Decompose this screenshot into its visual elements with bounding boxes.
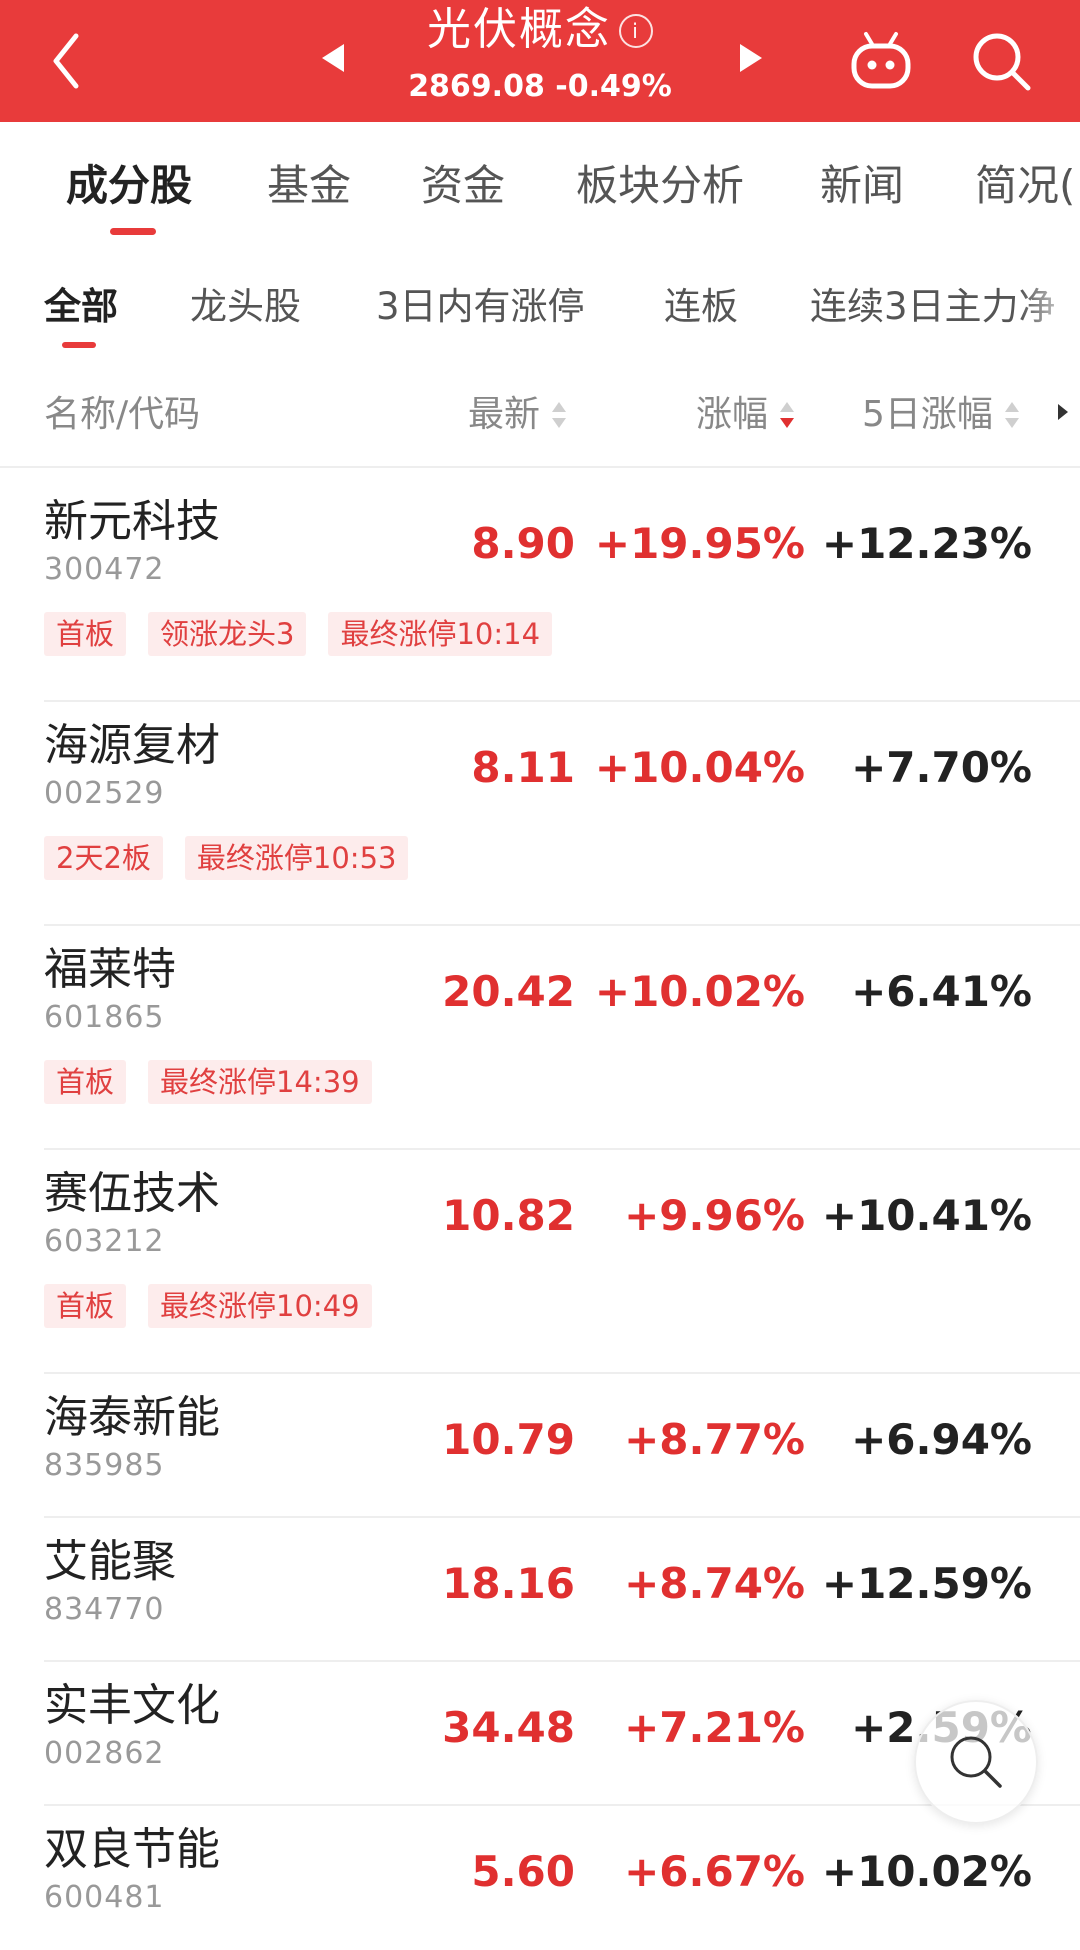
magnifier-icon xyxy=(950,1736,1002,1788)
stock-change-5d: +7.70% xyxy=(851,743,1032,792)
index-change: -0.49% xyxy=(555,69,672,104)
stock-name: 福莱特 xyxy=(44,944,176,995)
top-bar: 光伏概念 i 2869.08 -0.49% xyxy=(0,0,1080,122)
sort-descending-icon xyxy=(780,402,795,428)
stock-name: 双良节能 xyxy=(44,1824,220,1875)
stock-name: 实丰文化 xyxy=(44,1680,220,1731)
stock-change: +9.96% xyxy=(624,1191,805,1240)
stock-tag: 2天2板 xyxy=(44,836,163,880)
stock-price: 8.90 xyxy=(471,519,575,568)
stock-change: +7.21% xyxy=(624,1703,805,1752)
column-change-label: 涨幅 xyxy=(696,394,769,435)
stock-change: +8.77% xyxy=(624,1415,805,1464)
stock-name: 海泰新能 xyxy=(44,1392,220,1443)
subtab-consecutive-boards[interactable]: 连板 xyxy=(664,282,738,332)
stock-name: 海源复材 xyxy=(44,720,220,771)
tab-capital[interactable]: 资金 xyxy=(421,158,505,214)
stock-change: +10.02% xyxy=(594,967,805,1016)
stock-name: 艾能聚 xyxy=(44,1536,176,1587)
stock-tag: 首板 xyxy=(44,1284,127,1328)
stock-tags: 首板 最终涨停14:39 xyxy=(44,1060,372,1104)
stock-tag: 最终涨停10:14 xyxy=(328,612,553,656)
stock-code: 300472 xyxy=(44,552,165,587)
sector-name: 光伏概念 xyxy=(427,4,611,55)
stock-price: 8.11 xyxy=(471,743,575,792)
main-tab-indicator xyxy=(110,228,156,235)
stock-price: 20.42 xyxy=(442,967,575,1016)
column-latest-label: 最新 xyxy=(468,394,541,435)
stock-row[interactable]: 海源复材 002529 8.11 +10.04% +7.70% 2天2板 最终涨停10:53 xyxy=(0,702,1080,926)
stock-change: +8.74% xyxy=(624,1559,805,1608)
stock-price: 10.82 xyxy=(442,1191,575,1240)
column-change-5d[interactable]: 5日涨幅 xyxy=(862,390,1021,440)
stock-tag: 首板 xyxy=(44,612,127,656)
stock-change-5d: +12.59% xyxy=(821,1559,1032,1608)
stock-change-5d: +6.41% xyxy=(851,967,1032,1016)
stock-row[interactable]: 双良节能 600481 5.60 +6.67% +10.02% xyxy=(0,1806,1080,1950)
stock-change: +10.04% xyxy=(594,743,805,792)
column-change[interactable]: 涨幅 xyxy=(696,390,796,440)
sector-title: 光伏概念 i xyxy=(0,2,1080,58)
stock-name: 赛伍技术 xyxy=(44,1168,220,1219)
column-change-5d-label: 5日涨幅 xyxy=(862,394,993,435)
stock-code: 002529 xyxy=(44,776,165,811)
floating-search-button[interactable] xyxy=(914,1700,1038,1824)
search-icon[interactable] xyxy=(968,28,1034,94)
stock-code: 834770 xyxy=(44,1592,165,1627)
stock-code: 603212 xyxy=(44,1224,165,1259)
stock-change: +6.67% xyxy=(624,1847,805,1896)
sort-icon xyxy=(1004,402,1019,428)
stock-change: +19.95% xyxy=(594,519,805,568)
stock-row[interactable]: 赛伍技术 603212 10.82 +9.96% +10.41% 首板 最终涨停10:49 xyxy=(0,1150,1080,1374)
stock-change-5d: +12.23% xyxy=(821,519,1032,568)
stock-tags: 首板 最终涨停10:49 xyxy=(44,1284,372,1328)
column-latest[interactable]: 最新 xyxy=(468,390,568,440)
stock-row[interactable]: 艾能聚 834770 18.16 +8.74% +12.59% xyxy=(0,1518,1080,1662)
next-sector-icon[interactable] xyxy=(736,40,766,76)
sort-icon xyxy=(552,402,567,428)
stock-change-5d: +6.94% xyxy=(851,1415,1032,1464)
tab-sector-analysis[interactable]: 板块分析 xyxy=(576,158,744,214)
stock-tags: 2天2板 最终涨停10:53 xyxy=(44,836,409,880)
stock-tag: 最终涨停14:39 xyxy=(148,1060,372,1104)
info-icon[interactable]: i xyxy=(619,14,653,48)
stock-row[interactable]: 海泰新能 835985 10.79 +8.77% +6.94% xyxy=(0,1374,1080,1518)
index-value: 2869.08 xyxy=(408,69,545,104)
subtab-leaders[interactable]: 龙头股 xyxy=(190,282,301,332)
stock-tag: 最终涨停10:53 xyxy=(184,836,409,880)
sector-index: 2869.08 -0.49% xyxy=(0,66,1080,108)
more-columns-arrow-icon[interactable] xyxy=(1058,404,1068,420)
stock-price: 5.60 xyxy=(471,1847,575,1896)
stock-price: 18.16 xyxy=(442,1559,575,1608)
stock-tag: 首板 xyxy=(44,1060,127,1104)
stock-name: 新元科技 xyxy=(44,496,220,547)
tab-constituents[interactable]: 成分股 xyxy=(66,158,192,214)
subtab-main-inflow-3days[interactable]: 连续3日主力净 xyxy=(810,282,1056,332)
stock-row[interactable]: 福莱特 601865 20.42 +10.02% +6.41% 首板 最终涨停14:39 xyxy=(0,926,1080,1150)
column-name-code: 名称/代码 xyxy=(44,394,201,435)
stock-code: 601865 xyxy=(44,1000,165,1035)
stock-price: 10.79 xyxy=(442,1415,575,1464)
stock-tag: 领涨龙头3 xyxy=(148,612,307,656)
subtab-indicator xyxy=(62,342,96,348)
stock-tags: 首板 领涨龙头3 最终涨停10:14 xyxy=(44,612,553,656)
stock-change-5d: +10.02% xyxy=(821,1847,1032,1896)
stock-change-5d: +10.41% xyxy=(821,1191,1032,1240)
subtab-limit-up-3days[interactable]: 3日内有涨停 xyxy=(376,282,585,332)
header-divider xyxy=(0,466,1080,468)
stock-price: 34.48 xyxy=(442,1703,575,1752)
stock-code: 835985 xyxy=(44,1448,165,1483)
tab-funds[interactable]: 基金 xyxy=(267,158,351,214)
tab-fade-overlay xyxy=(1020,270,1080,350)
main-tab-bar: 成分股 基金 资金 板块分析 新闻 简况( xyxy=(0,122,1080,242)
robot-assistant-icon[interactable] xyxy=(848,30,914,94)
stock-row[interactable]: 新元科技 300472 8.90 +19.95% +12.23% 首板 领涨龙头3 最终涨停1… xyxy=(0,478,1080,702)
tab-news[interactable]: 新闻 xyxy=(820,158,904,214)
stock-code: 002862 xyxy=(44,1736,165,1771)
subtab-all[interactable]: 全部 xyxy=(44,282,118,332)
stock-tag: 最终涨停10:49 xyxy=(148,1284,372,1328)
tab-profile[interactable]: 简况( xyxy=(975,158,1075,214)
stock-code: 600481 xyxy=(44,1880,165,1915)
